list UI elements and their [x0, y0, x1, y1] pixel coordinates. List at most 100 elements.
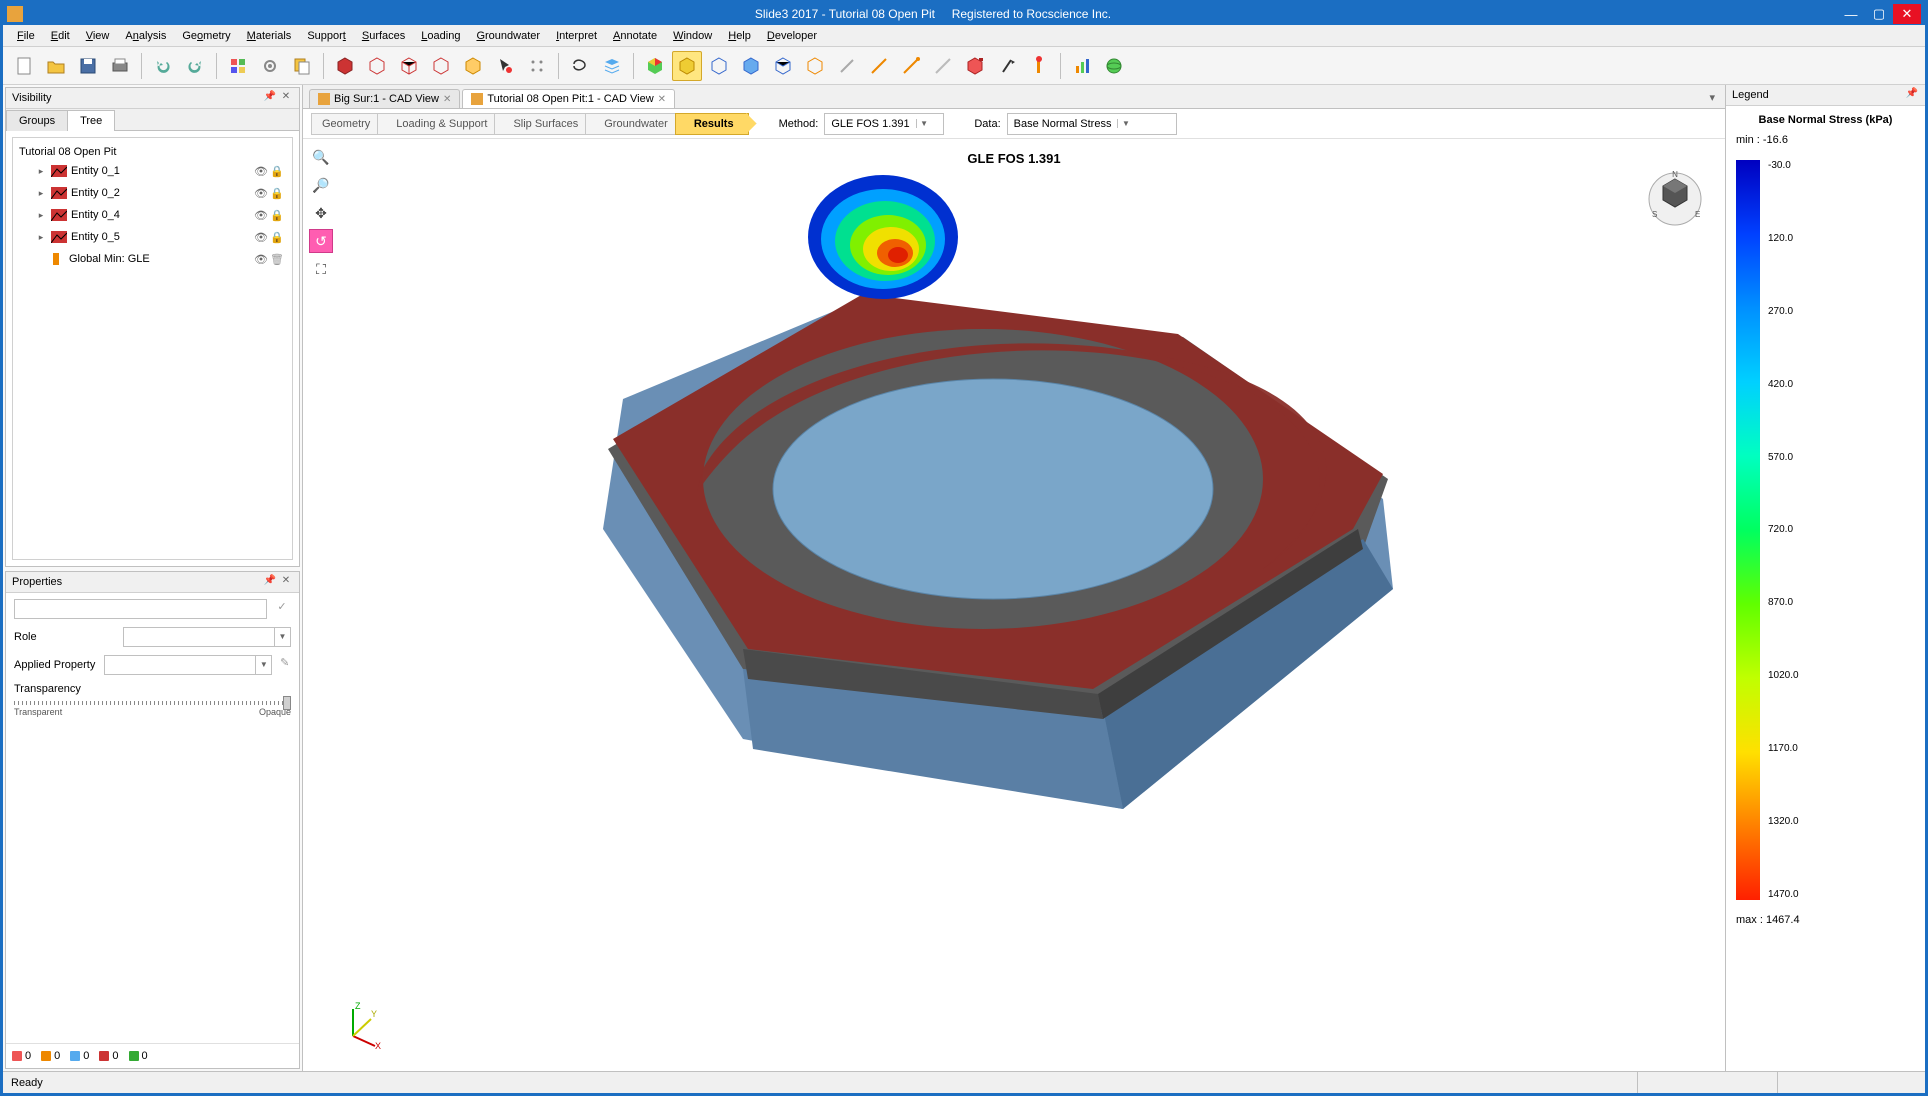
print-button[interactable]: [105, 51, 135, 81]
zoom-in-icon[interactable]: 🔍: [309, 145, 333, 169]
dots-button[interactable]: [522, 51, 552, 81]
menu-geometry[interactable]: Geometry: [174, 28, 238, 44]
lasso-button[interactable]: [565, 51, 595, 81]
cube-gold-button[interactable]: [672, 51, 702, 81]
dropdown-icon[interactable]: ▼: [1117, 119, 1133, 128]
edit-icon[interactable]: ✎: [278, 656, 291, 674]
cube-blue2-button[interactable]: [736, 51, 766, 81]
chevron-results[interactable]: Results: [675, 113, 749, 135]
lock-icon[interactable]: 🔒: [270, 165, 286, 178]
cube-blue3-button[interactable]: [768, 51, 798, 81]
menu-analysis[interactable]: Analysis: [117, 28, 174, 44]
dropdown-icon[interactable]: ▼: [916, 119, 932, 128]
chevron-groundwater[interactable]: Groundwater: [585, 113, 683, 135]
lock-icon[interactable]: 🔒: [270, 209, 286, 222]
globe-button[interactable]: [1099, 51, 1129, 81]
close-button[interactable]: ✕: [1893, 4, 1921, 24]
save-button[interactable]: [73, 51, 103, 81]
slash-button[interactable]: [832, 51, 862, 81]
lock-icon[interactable]: 🔒: [270, 231, 286, 244]
eye-icon[interactable]: 👁: [254, 187, 270, 200]
redo-button[interactable]: [180, 51, 210, 81]
zoom-out-icon[interactable]: 🔍: [309, 173, 333, 197]
doc-tab[interactable]: Big Sur:1 - CAD View ✕: [309, 89, 460, 108]
method-select[interactable]: GLE FOS 1.391▼: [824, 113, 944, 135]
chevron-slip[interactable]: Slip Surfaces: [494, 113, 593, 135]
eye-icon[interactable]: 👁: [254, 253, 270, 266]
rotate-icon[interactable]: ↺: [309, 229, 333, 253]
eye-icon[interactable]: 👁: [254, 165, 270, 178]
new-button[interactable]: [9, 51, 39, 81]
transparency-slider[interactable]: [14, 701, 291, 705]
expand-icon[interactable]: ▸: [35, 188, 47, 199]
line2-button[interactable]: [896, 51, 926, 81]
chevron-loading[interactable]: Loading & Support: [377, 113, 502, 135]
panel-close-icon[interactable]: ✕: [279, 575, 293, 589]
flag-dark-button[interactable]: [992, 51, 1022, 81]
check-icon[interactable]: ✓: [273, 600, 291, 618]
cube-orange-button[interactable]: [800, 51, 830, 81]
eye-icon[interactable]: 👁: [254, 209, 270, 222]
cube-wire2-button[interactable]: [394, 51, 424, 81]
flag-orange-button[interactable]: [1024, 51, 1054, 81]
menu-groundwater[interactable]: Groundwater: [468, 28, 548, 44]
line3-button[interactable]: [928, 51, 958, 81]
pin-icon[interactable]: 📌: [1905, 88, 1919, 102]
tree-item[interactable]: ▸ Entity 0_5 👁 🔒: [19, 226, 286, 248]
expand-icon[interactable]: ▸: [35, 166, 47, 177]
tab-menu-icon[interactable]: ▾: [1705, 87, 1719, 108]
minimize-button[interactable]: —: [1837, 4, 1865, 24]
pan-icon[interactable]: ✥: [309, 201, 333, 225]
menu-annotate[interactable]: Annotate: [605, 28, 665, 44]
chart-button[interactable]: [1067, 51, 1097, 81]
copy-button[interactable]: [287, 51, 317, 81]
dropdown-icon[interactable]: ▼: [274, 628, 290, 646]
dropdown-icon[interactable]: ▼: [255, 656, 271, 674]
menu-help[interactable]: Help: [720, 28, 759, 44]
viewport-3d[interactable]: 🔍 🔍 ✥ ↺ ⛶ GLE FOS 1.391 At X: -6988.17, …: [303, 139, 1725, 1071]
pointer-button[interactable]: [490, 51, 520, 81]
expand-icon[interactable]: ▸: [35, 232, 47, 243]
flag-red-button[interactable]: [960, 51, 990, 81]
menu-surfaces[interactable]: Surfaces: [354, 28, 413, 44]
cube-blue1-button[interactable]: [704, 51, 734, 81]
eye-icon[interactable]: 👁: [254, 231, 270, 244]
pin-icon[interactable]: 📌: [263, 575, 277, 589]
delete-icon[interactable]: 🗑: [270, 253, 286, 266]
grid-button[interactable]: [223, 51, 253, 81]
layers-button[interactable]: [597, 51, 627, 81]
menu-loading[interactable]: Loading: [413, 28, 468, 44]
tab-tree[interactable]: Tree: [67, 110, 115, 131]
expand-icon[interactable]: ▸: [35, 210, 47, 221]
menu-interpret[interactable]: Interpret: [548, 28, 605, 44]
tab-groups[interactable]: Groups: [6, 110, 68, 131]
tab-close-icon[interactable]: ✕: [658, 94, 666, 105]
cube-rainbow-button[interactable]: [640, 51, 670, 81]
fit-icon[interactable]: ⛶: [309, 257, 333, 281]
tab-close-icon[interactable]: ✕: [443, 94, 451, 105]
view-compass[interactable]: N S E: [1645, 169, 1705, 229]
cube-wire1-button[interactable]: [362, 51, 392, 81]
menu-view[interactable]: View: [78, 28, 118, 44]
cube-wire3-button[interactable]: [426, 51, 456, 81]
tree-item[interactable]: ▸ Entity 0_2 👁 🔒: [19, 182, 286, 204]
tree-item[interactable]: ▸ Entity 0_4 👁 🔒: [19, 204, 286, 226]
settings-button[interactable]: [255, 51, 285, 81]
maximize-button[interactable]: ▢: [1865, 4, 1893, 24]
menu-developer[interactable]: Developer: [759, 28, 825, 44]
lock-icon[interactable]: 🔒: [270, 187, 286, 200]
chevron-geometry[interactable]: Geometry: [311, 113, 385, 135]
tree-item[interactable]: ▸ Entity 0_1 👁 🔒: [19, 160, 286, 182]
panel-close-icon[interactable]: ✕: [279, 91, 293, 105]
undo-button[interactable]: [148, 51, 178, 81]
menu-support[interactable]: Support: [299, 28, 354, 44]
cube-solid-button[interactable]: [330, 51, 360, 81]
line1-button[interactable]: [864, 51, 894, 81]
tree-item-global-min[interactable]: Global Min: GLE 👁 🗑: [19, 248, 286, 270]
pin-icon[interactable]: 📌: [263, 91, 277, 105]
role-field[interactable]: [124, 628, 274, 646]
menu-file[interactable]: File: [9, 28, 43, 44]
name-field[interactable]: [15, 600, 266, 618]
cube-highlight-button[interactable]: [458, 51, 488, 81]
doc-tab[interactable]: Tutorial 08 Open Pit:1 - CAD View ✕: [462, 89, 675, 108]
